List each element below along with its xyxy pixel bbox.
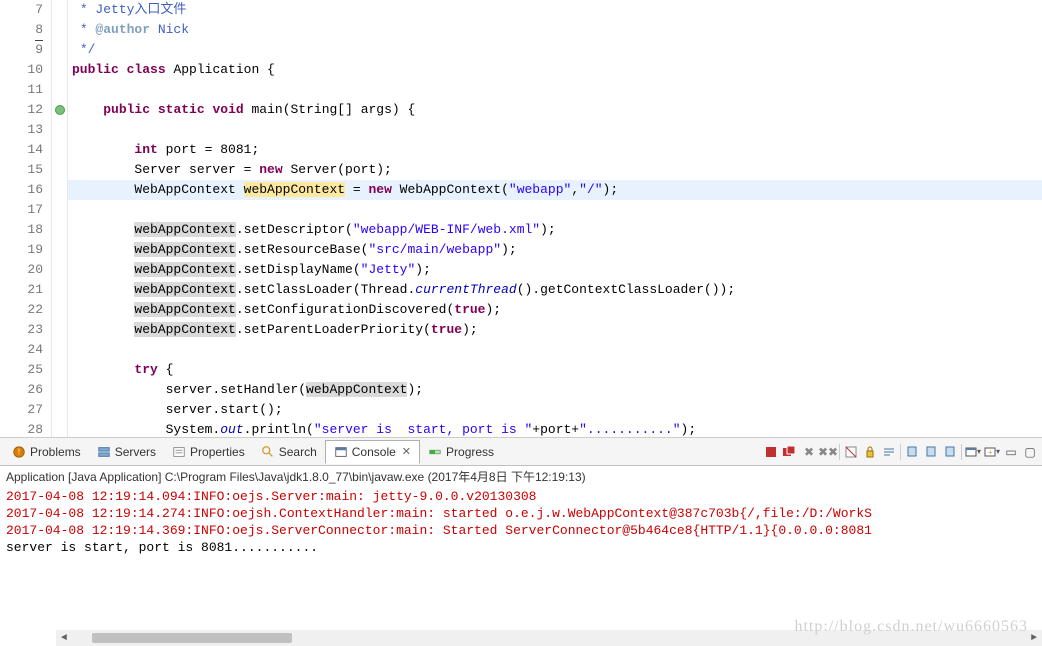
line-number: 21 [0, 280, 43, 300]
tab-label: Console [352, 445, 396, 459]
line-number: 9 [0, 40, 43, 60]
servers-icon [97, 445, 111, 459]
line-number-gutter: 7891011121314151617181920212223242526272… [0, 0, 52, 437]
progress-icon [428, 445, 442, 459]
line-number: 8 [0, 20, 43, 40]
line-number: 20 [0, 260, 43, 280]
svg-text:+: + [988, 448, 993, 457]
search-icon [261, 445, 275, 459]
minimize-icon[interactable]: ▭ [1003, 444, 1019, 460]
line-number: 12 [0, 100, 43, 120]
code-line[interactable]: * Jetty入口文件 [68, 0, 1042, 20]
marker-ruler [52, 0, 68, 437]
word-wrap-icon[interactable] [881, 444, 897, 460]
line-number: 23 [0, 320, 43, 340]
close-icon[interactable]: ✕ [402, 445, 411, 458]
line-number: 19 [0, 240, 43, 260]
code-line[interactable]: webAppContext.setDescriptor("webapp/WEB-… [68, 220, 1042, 240]
line-number: 10 [0, 60, 43, 80]
code-line[interactable]: webAppContext.setParentLoaderPriority(tr… [68, 320, 1042, 340]
code-line[interactable]: */ [68, 40, 1042, 60]
console-icon [334, 445, 348, 459]
tab-label: Servers [115, 445, 156, 459]
line-number: 17 [0, 200, 43, 220]
show-on-out-icon[interactable] [923, 444, 939, 460]
tab-label: Properties [190, 445, 245, 459]
problems-icon: ! [12, 445, 26, 459]
tab-label: Search [279, 445, 317, 459]
code-line[interactable]: webAppContext.setDisplayName("Jetty"); [68, 260, 1042, 280]
line-number: 24 [0, 340, 43, 360]
run-marker-icon[interactable] [55, 105, 65, 115]
code-line[interactable]: server.start(); [68, 400, 1042, 420]
editor-pane: 7891011121314151617181920212223242526272… [0, 0, 1042, 438]
code-line[interactable]: webAppContext.setResourceBase("src/main/… [68, 240, 1042, 260]
code-line[interactable]: try { [68, 360, 1042, 380]
line-number: 14 [0, 140, 43, 160]
code-line[interactable]: WebAppContext webAppContext = new WebApp… [68, 180, 1042, 200]
remove-launch-icon[interactable]: ✖ [801, 444, 817, 460]
tab-progress[interactable]: Progress [420, 440, 502, 464]
code-area[interactable]: * Jetty入口文件 * @author Nick */public clas… [68, 0, 1042, 437]
line-number: 16 [0, 180, 43, 200]
line-number: 28 [0, 420, 43, 440]
open-console-icon[interactable]: +▾ [984, 444, 1000, 460]
scroll-left-icon[interactable]: ◄ [56, 630, 72, 646]
display-console-icon[interactable]: ▾ [965, 444, 981, 460]
console-output[interactable]: 2017-04-08 12:19:14.094:INFO:oejs.Server… [0, 486, 1042, 558]
code-line[interactable]: public class Application { [68, 60, 1042, 80]
tab-problems[interactable]: ! Problems [4, 440, 89, 464]
code-line[interactable]: public static void main(String[] args) { [68, 100, 1042, 120]
watermark-text: http://blog.csdn.net/wu6660563 [794, 618, 1028, 636]
terminate-icon[interactable] [763, 444, 779, 460]
line-number: 18 [0, 220, 43, 240]
tab-properties[interactable]: Properties [164, 440, 253, 464]
line-number: 11 [0, 80, 43, 100]
properties-icon [172, 445, 186, 459]
code-line[interactable]: webAppContext.setClassLoader(Thread.curr… [68, 280, 1042, 300]
console-line: 2017-04-08 12:19:14.274:INFO:oejsh.Conte… [6, 505, 1036, 522]
line-number: 15 [0, 160, 43, 180]
maximize-icon[interactable]: ▢ [1022, 444, 1038, 460]
tab-console[interactable]: Console ✕ [325, 440, 420, 464]
pin-console-icon[interactable] [904, 444, 920, 460]
clear-console-icon[interactable] [843, 444, 859, 460]
code-line[interactable] [68, 80, 1042, 100]
console-launch-title: Application [Java Application] C:\Progra… [6, 470, 586, 484]
code-line[interactable] [68, 120, 1042, 140]
show-on-err-icon[interactable] [942, 444, 958, 460]
console-line: 2017-04-08 12:19:14.369:INFO:oejs.Server… [6, 522, 1036, 539]
line-number: 22 [0, 300, 43, 320]
terminate-all-icon[interactable] [782, 444, 798, 460]
code-line[interactable] [68, 200, 1042, 220]
scroll-thumb[interactable] [92, 633, 292, 643]
bottom-tabs-row: ! Problems Servers Properties Search Con… [0, 438, 1042, 466]
line-number: 27 [0, 400, 43, 420]
tab-label: Problems [30, 445, 81, 459]
tab-servers[interactable]: Servers [89, 440, 164, 464]
code-line[interactable]: Server server = new Server(port); [68, 160, 1042, 180]
code-line[interactable]: server.setHandler(webAppContext); [68, 380, 1042, 400]
svg-text:!: ! [18, 447, 20, 456]
line-number: 26 [0, 380, 43, 400]
line-number: 25 [0, 360, 43, 380]
console-toolbar: ✖ ✖✖ ▾ +▾ ▭ ▢ [763, 444, 1038, 460]
code-line[interactable]: webAppContext.setConfigurationDiscovered… [68, 300, 1042, 320]
scroll-lock-icon[interactable] [862, 444, 878, 460]
tab-search[interactable]: Search [253, 440, 325, 464]
console-line: server is start, port is 8081........... [6, 539, 1036, 556]
tab-label: Progress [446, 445, 494, 459]
console-header: Application [Java Application] C:\Progra… [0, 466, 1042, 486]
code-line[interactable]: * @author Nick [68, 20, 1042, 40]
remove-all-icon[interactable]: ✖✖ [820, 444, 836, 460]
line-number: 7 [0, 0, 43, 20]
line-number: 13 [0, 120, 43, 140]
scroll-right-icon[interactable]: ► [1026, 630, 1042, 646]
console-line: 2017-04-08 12:19:14.094:INFO:oejs.Server… [6, 488, 1036, 505]
code-line[interactable]: int port = 8081; [68, 140, 1042, 160]
code-line[interactable] [68, 340, 1042, 360]
code-line[interactable]: System.out.println("server is start, por… [68, 420, 1042, 437]
